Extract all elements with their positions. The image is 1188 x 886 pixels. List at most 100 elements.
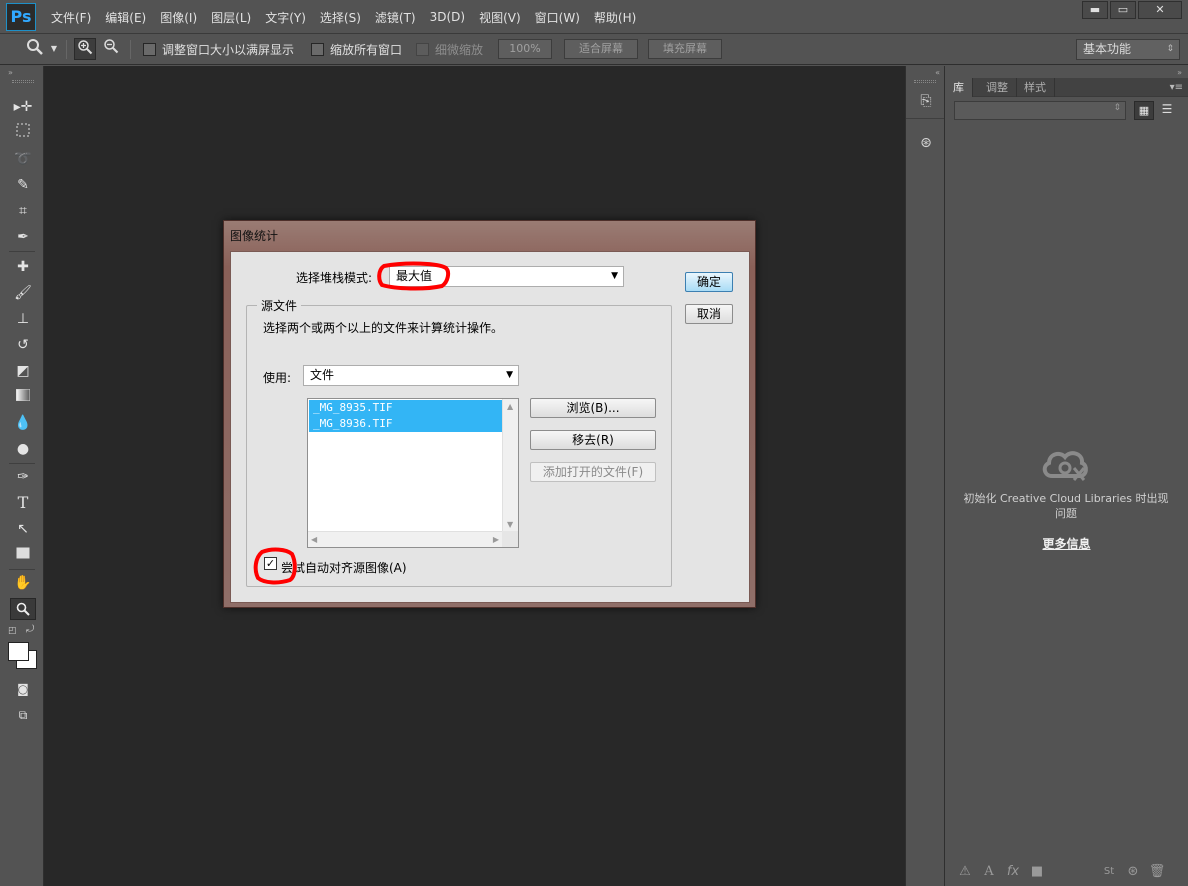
scroll-up-icon[interactable]: ▲ <box>507 402 513 411</box>
dodge-tool-icon[interactable]: ● <box>10 438 36 460</box>
instructions-text: 选择两个或两个以上的文件来计算统计操作。 <box>263 321 504 335</box>
history-panel-icon[interactable]: ⎘ <box>914 90 938 112</box>
lasso-tool-icon[interactable]: ➰ <box>10 148 36 170</box>
scroll-left-icon[interactable]: ◀ <box>311 535 317 544</box>
source-files-group: 源文件 选择两个或两个以上的文件来计算统计操作。 使用: 文件 ▼ _MG_89… <box>246 297 672 587</box>
scroll-down-icon[interactable]: ▼ <box>507 520 513 529</box>
tab-adjustments[interactable]: 调整 <box>978 78 1017 97</box>
close-button[interactable]: ✕ <box>1138 1 1182 19</box>
tools-panel: » ▸✛ ➰ ✎ ⌗ ✒ ✚ 🖌 ⊥ ↺ ◩ 💧 ● ✑ T ↖ ✋ ◰ ⤾ ◙… <box>0 66 44 886</box>
restore-button[interactable]: ▭ <box>1110 1 1136 19</box>
fit-screen-button[interactable]: 适合屏幕 <box>564 39 638 59</box>
menu-3d[interactable]: 3D(D) <box>423 10 472 24</box>
tab-libraries[interactable]: 库 <box>945 78 973 97</box>
ok-button[interactable]: 确定 <box>685 272 733 292</box>
collapse-arrows-icon[interactable]: « <box>935 68 940 77</box>
brush-tool-icon[interactable]: 🖌 <box>10 282 36 304</box>
use-select[interactable]: 文件 ▼ <box>303 365 519 386</box>
quick-mask-icon[interactable]: ◙ <box>10 678 36 700</box>
gradient-tool-icon[interactable] <box>10 386 36 408</box>
collapsed-panel-dock: « ⎘ ⊛ <box>905 66 945 886</box>
path-selection-tool-icon[interactable]: ↖ <box>10 518 36 540</box>
add-color-icon[interactable]: ■ <box>1027 862 1047 882</box>
zoom-100-button[interactable]: 100% <box>498 39 552 59</box>
menu-image[interactable]: 图像(I) <box>153 9 204 26</box>
dialog-body: 选择堆栈模式: 最大值 ▼ 确定 取消 源文件 选择两个或两个以上的文件来计算统… <box>230 251 750 603</box>
libraries-panel-icon[interactable]: ⊛ <box>914 132 938 154</box>
panel-grip[interactable] <box>12 80 34 83</box>
add-open-files-button[interactable]: 添加打开的文件(F) <box>530 462 656 482</box>
zoom-tool-icon[interactable] <box>10 598 36 620</box>
more-info-link[interactable]: 更多信息 <box>945 535 1188 552</box>
remove-button[interactable]: 移去(R) <box>530 430 656 450</box>
eyedropper-tool-icon[interactable]: ✒ <box>10 226 36 248</box>
collapse-arrows-icon[interactable]: » <box>1177 68 1182 77</box>
zoom-out-icon[interactable] <box>100 38 122 60</box>
grid-view-icon[interactable]: ▦ <box>1134 101 1154 120</box>
horizontal-scrollbar[interactable]: ◀ ▶ <box>308 531 502 547</box>
add-character-style-icon[interactable]: A <box>979 862 999 882</box>
collapse-arrows-icon[interactable]: » <box>8 68 13 77</box>
library-select[interactable]: ⇕ <box>954 101 1126 120</box>
default-colors-icon[interactable]: ◰ <box>8 626 17 636</box>
separator <box>9 569 35 570</box>
healing-brush-tool-icon[interactable]: ✚ <box>10 256 36 278</box>
add-graphic-icon[interactable]: ⚠ <box>955 862 975 882</box>
creative-cloud-error-icon <box>1040 446 1090 486</box>
browse-button[interactable]: 浏览(B)... <box>530 398 656 418</box>
menu-edit[interactable]: 编辑(E) <box>98 9 153 26</box>
screen-mode-icon[interactable]: ⧉ <box>10 704 36 726</box>
trash-icon[interactable]: 🗑 <box>1147 862 1167 882</box>
stock-icon[interactable]: St <box>1099 862 1119 882</box>
menu-view[interactable]: 视图(V) <box>472 9 528 26</box>
menu-type[interactable]: 文字(Y) <box>258 9 313 26</box>
red-annotation-stack-mode <box>377 261 451 291</box>
panel-grip[interactable] <box>914 80 936 83</box>
menu-filter[interactable]: 滤镜(T) <box>368 9 423 26</box>
clone-stamp-tool-icon[interactable]: ⊥ <box>10 308 36 330</box>
zoom-all-windows-label: 缩放所有窗口 <box>330 43 403 57</box>
pen-tool-icon[interactable]: ✑ <box>10 466 36 488</box>
history-brush-tool-icon[interactable]: ↺ <box>10 334 36 356</box>
menu-window[interactable]: 窗口(W) <box>528 9 587 26</box>
tab-styles[interactable]: 样式 <box>1016 78 1055 97</box>
marquee-tool-icon[interactable] <box>10 122 36 144</box>
zoom-in-icon[interactable] <box>74 38 96 60</box>
blur-tool-icon[interactable]: 💧 <box>10 412 36 434</box>
panel-menu-icon[interactable]: ▾≡ <box>1170 78 1183 97</box>
source-file-list[interactable]: _MG_8935.TIF _MG_8936.TIF ▲ ▼ ◀ ▶ <box>307 398 519 548</box>
chevron-down-icon[interactable]: ▼ <box>48 38 60 60</box>
list-item[interactable]: _MG_8936.TIF <box>309 416 503 432</box>
menu-help[interactable]: 帮助(H) <box>587 9 643 26</box>
add-layer-style-icon[interactable]: fx <box>1003 862 1023 882</box>
type-tool-icon[interactable]: T <box>10 492 36 514</box>
workspace-select[interactable]: 基本功能 ⇕ <box>1076 39 1180 60</box>
cancel-button[interactable]: 取消 <box>685 304 733 324</box>
zoom-all-windows-checkbox[interactable] <box>311 43 324 56</box>
swap-colors-icon[interactable]: ⤾ <box>26 624 34 635</box>
resize-windows-label: 调整窗口大小以满屏显示 <box>162 43 295 57</box>
eraser-tool-icon[interactable]: ◩ <box>10 360 36 382</box>
menu-layer[interactable]: 图层(L) <box>204 9 258 26</box>
scrubby-zoom-checkbox[interactable] <box>416 43 429 56</box>
sync-icon[interactable]: ⊛ <box>1123 862 1143 882</box>
scrubby-zoom-label: 细微缩放 <box>435 43 484 57</box>
foreground-color-swatch[interactable] <box>8 642 29 661</box>
menu-bar: Ps 文件(F) 编辑(E) 图像(I) 图层(L) 文字(Y) 选择(S) 滤… <box>0 0 1188 34</box>
resize-windows-checkbox[interactable] <box>143 43 156 56</box>
rectangle-tool-icon[interactable] <box>10 544 36 566</box>
use-value: 文件 <box>310 368 335 382</box>
zoom-tool-preset-icon[interactable] <box>24 38 46 60</box>
fill-screen-button[interactable]: 填充屏幕 <box>648 39 722 59</box>
minimize-button[interactable]: ▬ <box>1082 1 1108 19</box>
list-view-icon[interactable]: ☰ <box>1157 101 1177 120</box>
menu-select[interactable]: 选择(S) <box>313 9 368 26</box>
list-item[interactable]: _MG_8935.TIF <box>309 400 503 416</box>
quick-select-tool-icon[interactable]: ✎ <box>10 174 36 196</box>
hand-tool-icon[interactable]: ✋ <box>10 572 36 594</box>
vertical-scrollbar[interactable]: ▲ ▼ <box>502 399 518 532</box>
crop-tool-icon[interactable]: ⌗ <box>10 200 36 222</box>
menu-file[interactable]: 文件(F) <box>44 9 98 26</box>
scroll-right-icon[interactable]: ▶ <box>493 535 499 544</box>
move-tool-icon[interactable]: ▸✛ <box>10 96 36 118</box>
